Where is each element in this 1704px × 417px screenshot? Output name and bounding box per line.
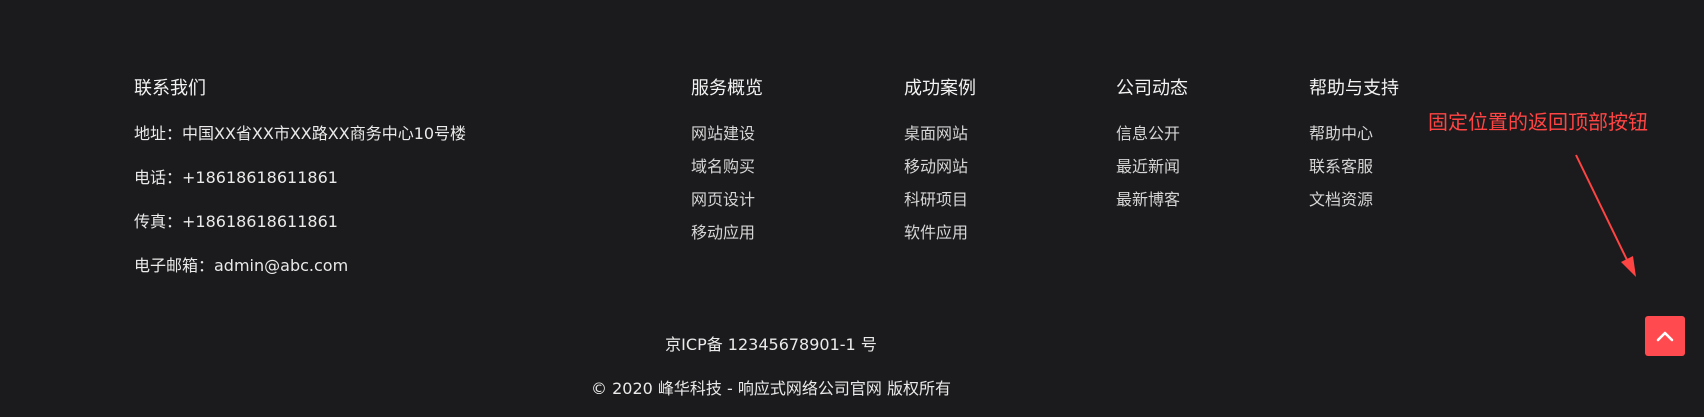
link-domain-purchase[interactable]: 域名购买 (691, 155, 763, 179)
help-column: 帮助与支持 帮助中心 联系客服 文档资源 (1309, 76, 1399, 221)
cases-title: 成功案例 (904, 78, 976, 99)
link-customer-service[interactable]: 联系客服 (1309, 155, 1399, 179)
link-software-apps[interactable]: 软件应用 (904, 221, 976, 245)
link-documentation[interactable]: 文档资源 (1309, 188, 1399, 212)
contact-phone: 电话：+18618618611861 (134, 168, 338, 187)
annotation-label: 固定位置的返回顶部按钮 (1428, 110, 1648, 134)
news-title: 公司动态 (1116, 78, 1188, 99)
link-mobile-apps[interactable]: 移动应用 (691, 221, 763, 245)
link-website-building[interactable]: 网站建设 (691, 122, 763, 146)
link-research-projects[interactable]: 科研项目 (904, 188, 976, 212)
site-footer: 联系我们 地址：中国XX省XX市XX路XX商务中心10号楼 电话：+186186… (0, 0, 1704, 417)
copyright-notice: © 2020 峰华科技 - 响应式网络公司官网 版权所有 (591, 379, 951, 398)
link-web-design[interactable]: 网页设计 (691, 188, 763, 212)
cases-column: 成功案例 桌面网站 移动网站 科研项目 软件应用 (904, 76, 976, 254)
link-recent-news[interactable]: 最近新闻 (1116, 155, 1188, 179)
back-to-top-button[interactable] (1645, 316, 1685, 356)
news-column: 公司动态 信息公开 最近新闻 最新博客 (1116, 76, 1188, 221)
help-title: 帮助与支持 (1309, 78, 1399, 99)
link-desktop-sites[interactable]: 桌面网站 (904, 122, 976, 146)
link-help-center[interactable]: 帮助中心 (1309, 122, 1399, 146)
contact-section: 联系我们 地址：中国XX省XX市XX路XX商务中心10号楼 电话：+186186… (134, 76, 466, 298)
contact-address: 地址：中国XX省XX市XX路XX商务中心10号楼 (134, 124, 467, 143)
contact-fax: 传真：+18618618611861 (134, 212, 338, 231)
icp-license: 京ICP备 12345678901-1 号 (665, 335, 877, 354)
chevron-up-icon (1656, 330, 1674, 342)
link-mobile-sites[interactable]: 移动网站 (904, 155, 976, 179)
link-latest-blog[interactable]: 最新博客 (1116, 188, 1188, 212)
services-column: 服务概览 网站建设 域名购买 网页设计 移动应用 (691, 76, 763, 254)
link-public-info[interactable]: 信息公开 (1116, 122, 1188, 146)
contact-email: 电子邮箱：admin@abc.com (134, 256, 349, 275)
services-title: 服务概览 (691, 78, 763, 99)
contact-title: 联系我们 (134, 78, 206, 99)
